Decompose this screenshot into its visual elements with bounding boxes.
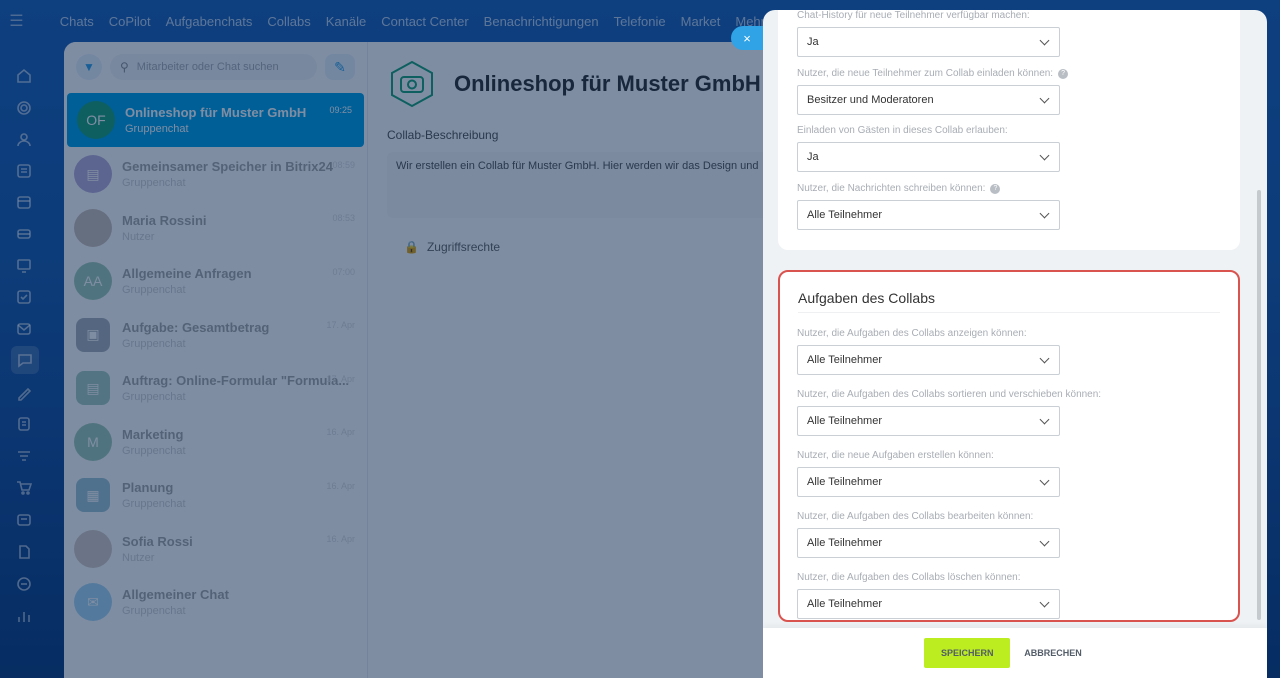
setting-select[interactable]: Besitzer und Moderatoren [797,85,1060,115]
setting-select[interactable]: Alle Teilnehmer [797,406,1060,436]
setting-label: Einladen von Gästen in dieses Collab erl… [797,125,1008,136]
setting-label: Nutzer, die neue Teilnehmer zum Collab e… [797,68,1069,79]
setting-select[interactable]: Alle Teilnehmer [797,528,1060,558]
setting-view-tasks: Nutzer, die Aufgaben des Collabs anzeige… [797,328,1060,375]
chevron-down-icon [1039,536,1050,546]
setting-invite-guests: Einladen von Gästen in dieses Collab erl… [797,125,1060,172]
chat-settings-card: Chat-History für neue Teilnehmer verfügb… [778,10,1240,250]
chevron-down-icon [1039,475,1050,485]
select-value: Alle Teilnehmer [807,415,883,427]
select-value: Ja [807,151,819,163]
chevron-down-icon [1039,353,1050,363]
setting-select[interactable]: Ja [797,27,1060,57]
setting-label: Nutzer, die Aufgaben des Collabs anzeige… [797,328,1027,339]
help-icon[interactable]: ? [1058,68,1069,79]
select-value: Alle Teilnehmer [807,476,883,488]
setting-edit-tasks: Nutzer, die Aufgaben des Collabs bearbei… [797,511,1060,558]
chevron-down-icon [1039,150,1050,160]
setting-chat-history: Chat-History für neue Teilnehmer verfügb… [797,10,1060,57]
setting-label: Nutzer, die Nachrichten schreiben können… [797,183,1060,194]
chevron-down-icon [1039,597,1050,607]
setting-write-messages: Nutzer, die Nachrichten schreiben können… [797,183,1060,230]
setting-label: Nutzer, die Aufgaben des Collabs sortier… [797,389,1102,400]
collab-tasks-card: Aufgaben des Collabs Nutzer, die Aufgabe… [778,270,1240,622]
setting-select[interactable]: Alle Teilnehmer [797,467,1060,497]
setting-sort-tasks: Nutzer, die Aufgaben des Collabs sortier… [797,389,1101,436]
setting-label-text: Nutzer, die Nachrichten schreiben können… [797,183,986,194]
close-icon[interactable]: × [731,26,763,50]
select-value: Besitzer und Moderatoren [807,94,934,106]
select-value: Alle Teilnehmer [807,598,883,610]
setting-create-tasks: Nutzer, die neue Aufgaben erstellen könn… [797,450,1060,497]
chevron-down-icon [1039,35,1050,45]
scrollbar[interactable] [1257,190,1261,620]
cancel-button[interactable]: ABBRECHEN [1020,648,1086,658]
slider-footer: SPEICHERN ABBRECHEN [763,628,1267,678]
setting-select[interactable]: Alle Teilnehmer [797,589,1060,619]
setting-select[interactable]: Ja [797,142,1060,172]
chevron-down-icon [1039,414,1050,424]
setting-select[interactable]: Alle Teilnehmer [797,200,1060,230]
divider [798,312,1220,313]
setting-label-text: Nutzer, die neue Teilnehmer zum Collab e… [797,68,1054,79]
collab-settings-slider: Chat-History für neue Teilnehmer verfügb… [763,10,1267,678]
setting-label: Nutzer, die neue Aufgaben erstellen könn… [797,450,994,461]
help-icon[interactable]: ? [990,183,1001,194]
select-value: Alle Teilnehmer [807,354,883,366]
setting-label: Nutzer, die Aufgaben des Collabs bearbei… [797,511,1034,522]
section-title: Aufgaben des Collabs [798,290,935,306]
save-button[interactable]: SPEICHERN [924,638,1011,668]
select-value: Alle Teilnehmer [807,209,883,221]
chevron-down-icon [1039,93,1050,103]
chevron-down-icon [1039,208,1050,218]
select-value: Alle Teilnehmer [807,537,883,549]
setting-label: Nutzer, die Aufgaben des Collabs löschen… [797,572,1021,583]
setting-select[interactable]: Alle Teilnehmer [797,345,1060,375]
select-value: Ja [807,36,819,48]
setting-invite-members: Nutzer, die neue Teilnehmer zum Collab e… [797,68,1069,115]
setting-label: Chat-History für neue Teilnehmer verfügb… [797,10,1030,21]
setting-delete-tasks: Nutzer, die Aufgaben des Collabs löschen… [797,572,1060,619]
